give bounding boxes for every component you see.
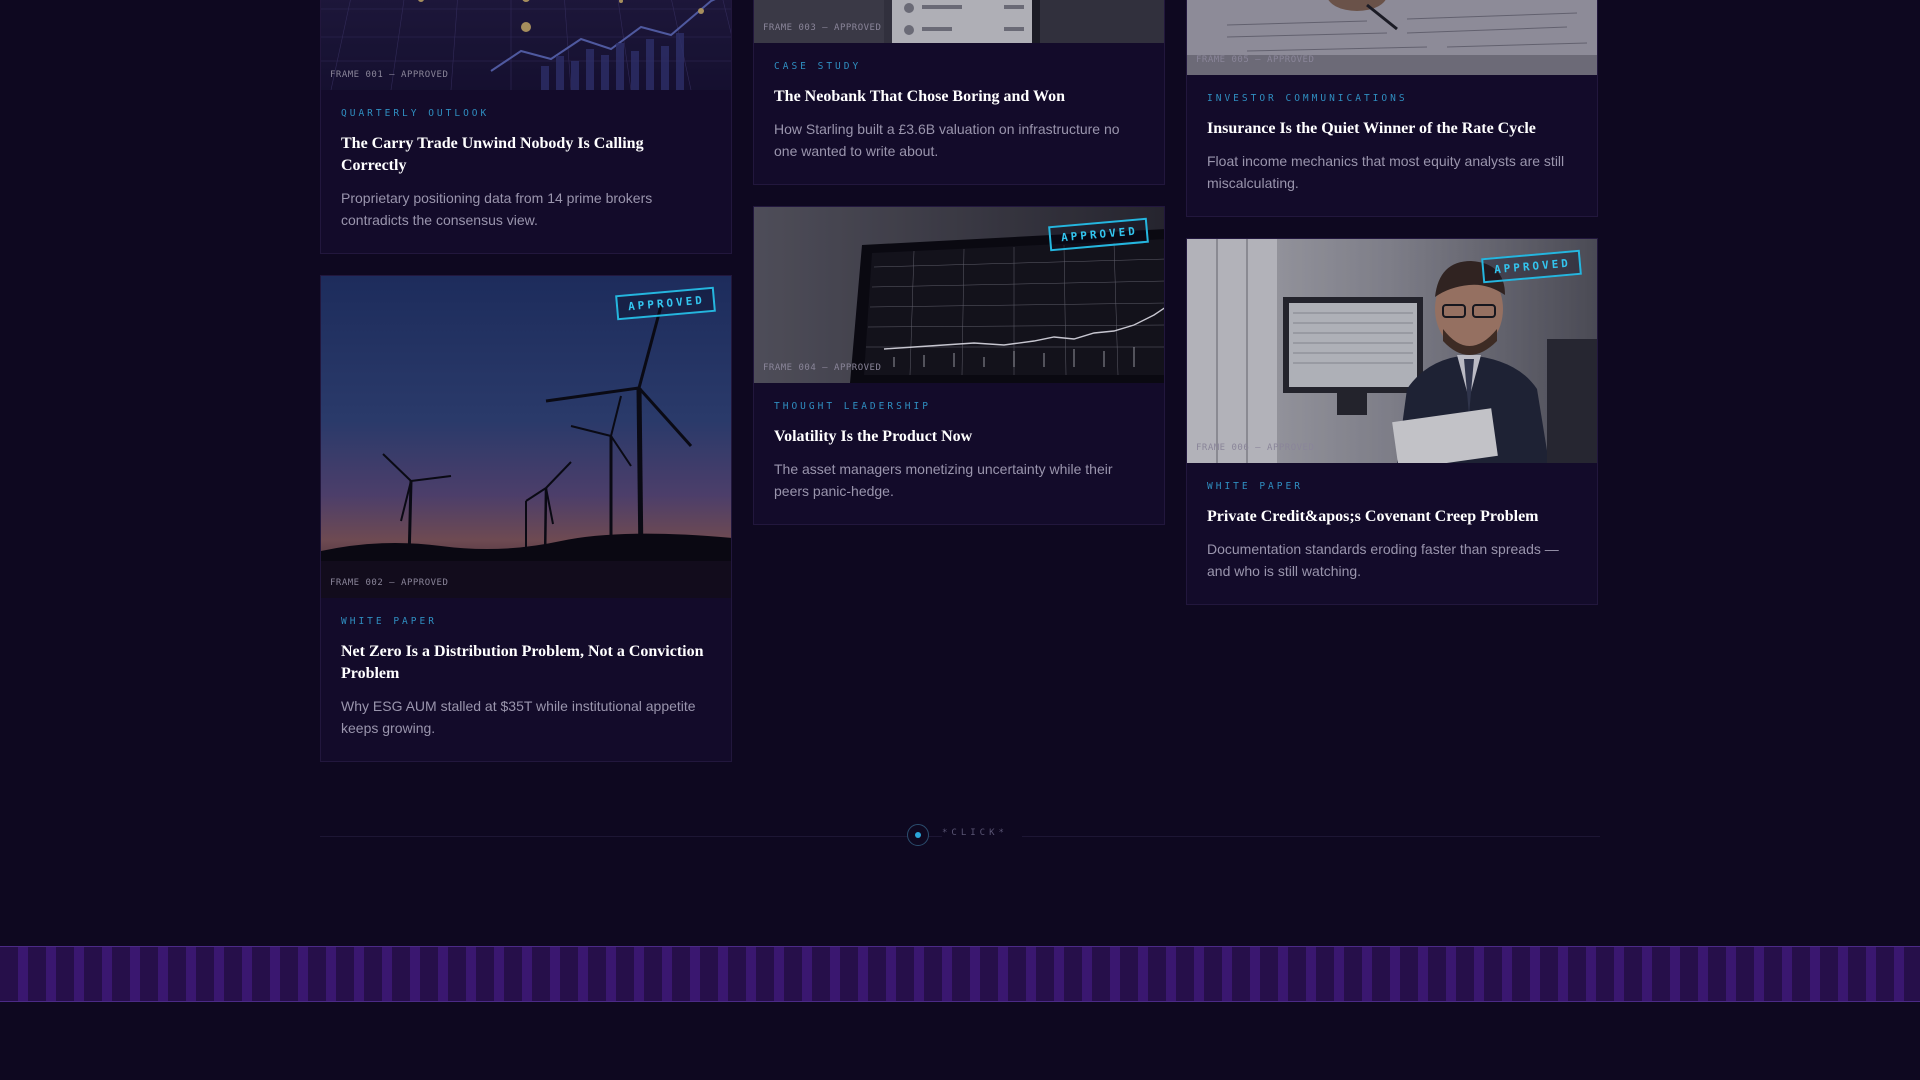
card-image: APPROVED FRAME 004 — APPROVED <box>754 207 1164 383</box>
card-description: Proprietary positioning data from 14 pri… <box>341 190 653 228</box>
card-image: APPROVED FRAME 006 — APPROVED <box>1187 239 1597 463</box>
article-card[interactable]: APPROVED FRAME 002 — APPROVED WHITE PAPE… <box>320 275 732 762</box>
card-body: WHITE PAPER Net Zero Is a Distribution P… <box>321 598 731 761</box>
card-body: WHITE PAPER Private Credit&apos;s Covena… <box>1187 463 1597 604</box>
frame-caption: FRAME 006 — APPROVED <box>1196 443 1315 453</box>
card-description: The asset managers monetizing uncertaint… <box>774 461 1113 499</box>
card-category: QUARTERLY OUTLOOK <box>341 108 490 119</box>
card-body: THOUGHT LEADERSHIP Volatility Is the Pro… <box>754 383 1164 524</box>
card-title[interactable]: Private Credit&apos;s Covenant Creep Pro… <box>1207 506 1577 528</box>
card-body: QUARTERLY OUTLOOK The Carry Trade Unwind… <box>321 90 731 253</box>
card-title[interactable]: Net Zero Is a Distribution Problem, Not … <box>341 641 711 685</box>
card-category: WHITE PAPER <box>341 616 437 627</box>
card-image: APPROVED FRAME 002 — APPROVED <box>321 276 731 598</box>
article-card[interactable]: FRAME 005 — APPROVED INVESTOR COMMUNICAT… <box>1186 0 1598 217</box>
card-body: CASE STUDY The Neobank That Chose Boring… <box>754 43 1164 184</box>
card-category: INVESTOR COMMUNICATIONS <box>1207 93 1408 104</box>
decorative-stripe-band <box>0 946 1920 1002</box>
card-description: How Starling built a £3.6B valuation on … <box>774 121 1120 159</box>
card-category: THOUGHT LEADERSHIP <box>774 401 931 412</box>
frame-caption: FRAME 002 — APPROVED <box>330 578 449 588</box>
grid-column-1: FRAME 001 — APPROVED QUARTERLY OUTLOOK T… <box>320 0 732 762</box>
article-card[interactable]: FRAME 003 — APPROVED CASE STUDY The Neob… <box>753 0 1165 185</box>
frame-caption: FRAME 001 — APPROVED <box>330 70 449 80</box>
click-target-icon[interactable] <box>907 824 929 846</box>
grid-column-3: FRAME 005 — APPROVED INVESTOR COMMUNICAT… <box>1186 0 1598 762</box>
card-category: CASE STUDY <box>774 61 862 72</box>
card-image: FRAME 001 — APPROVED <box>321 0 731 90</box>
click-label: *CLICK* <box>942 828 1022 838</box>
article-card[interactable]: APPROVED FRAME 004 — APPROVED THOUGHT LE… <box>753 206 1165 525</box>
card-description: Documentation standards eroding faster t… <box>1207 541 1559 579</box>
card-title[interactable]: The Neobank That Chose Boring and Won <box>774 86 1144 108</box>
banking-app-image <box>754 0 1164 43</box>
card-image: FRAME 003 — APPROVED <box>754 0 1164 43</box>
card-title[interactable]: The Carry Trade Unwind Nobody Is Calling… <box>341 133 711 177</box>
card-image: FRAME 005 — APPROVED <box>1187 0 1597 75</box>
grid-column-2: FRAME 003 — APPROVED CASE STUDY The Neob… <box>753 0 1165 762</box>
card-category: WHITE PAPER <box>1207 481 1303 492</box>
card-title[interactable]: Insurance Is the Quiet Winner of the Rat… <box>1207 118 1577 140</box>
case-study-grid: FRAME 001 — APPROVED QUARTERLY OUTLOOK T… <box>320 0 1600 762</box>
frame-caption: FRAME 005 — APPROVED <box>1196 55 1315 65</box>
frame-caption: FRAME 004 — APPROVED <box>763 363 882 373</box>
card-title[interactable]: Volatility Is the Product Now <box>774 426 1144 448</box>
frame-caption: FRAME 003 — APPROVED <box>763 23 882 33</box>
card-description: Float income mechanics that most equity … <box>1207 153 1565 191</box>
card-description: Why ESG AUM stalled at $35T while instit… <box>341 698 696 736</box>
card-body: INVESTOR COMMUNICATIONS Insurance Is the… <box>1187 75 1597 216</box>
article-card[interactable]: FRAME 001 — APPROVED QUARTERLY OUTLOOK T… <box>320 0 732 254</box>
wind-turbines-image <box>321 276 731 598</box>
article-card[interactable]: APPROVED FRAME 006 — APPROVED WHITE PAPE… <box>1186 238 1598 605</box>
